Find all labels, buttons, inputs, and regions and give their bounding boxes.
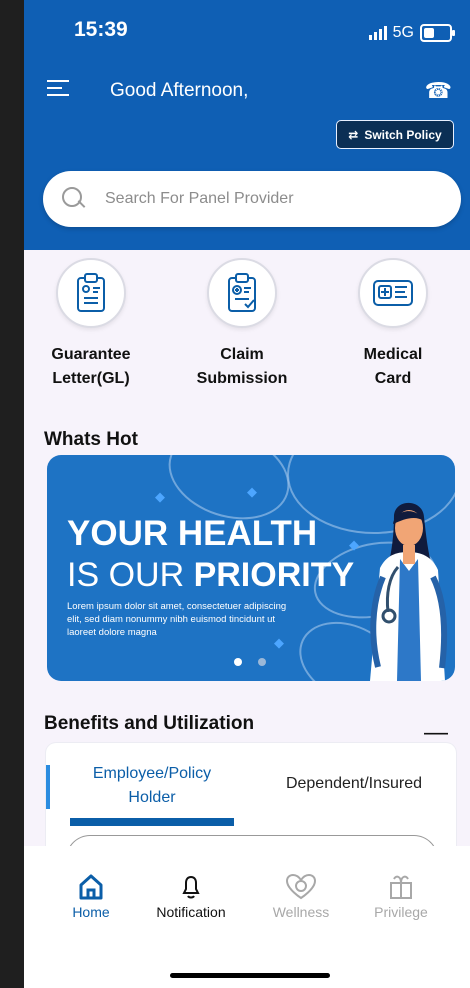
network-label: 5G (392, 24, 414, 41)
search-placeholder: Search For Panel Provider (105, 190, 294, 207)
nav-privilege-label: Privilege (374, 904, 428, 920)
nav-privilege[interactable]: Privilege (356, 870, 446, 920)
nav-home[interactable]: Home (46, 870, 136, 920)
quick-label-1a: Guarantee (51, 346, 131, 363)
nav-home-label: Home (72, 904, 110, 920)
status-bar-icons: 5G (368, 24, 455, 42)
banner-copy: Lorem ipsum dolor sit amet, consectetuer… (67, 601, 287, 638)
whats-hot-title: Whats Hot (44, 429, 138, 450)
tab-dependent-insured[interactable]: Dependent/Insured (272, 775, 436, 793)
switch-policy-button[interactable]: ⇄ Switch Policy (336, 120, 454, 149)
signal-icon (368, 26, 387, 40)
health-banner[interactable]: ◆ ◆ ◆ ◆ YOUR HEALTH IS OUR PRIORITY Lore… (47, 455, 455, 681)
doctor-illustration (370, 502, 448, 681)
home-indicator (170, 973, 330, 978)
claim-submission-icon (207, 258, 277, 328)
banner-headline-1: YOUR HEALTH (67, 514, 318, 553)
claim-submission-button[interactable]: Claim Submission (167, 258, 317, 391)
active-tab-underline (70, 818, 234, 826)
swap-icon: ⇄ (348, 127, 359, 142)
guarantee-letter-icon (56, 258, 126, 328)
bottom-navigation: Home Notification Wellness Privilege (24, 846, 470, 988)
phone-call-icon[interactable]: ☎ (425, 78, 452, 104)
active-tab-marker (46, 765, 50, 809)
banner-headline-2: IS OUR PRIORITY (67, 556, 355, 594)
heart-icon (256, 870, 346, 904)
benefits-title: Benefits and Utilization (44, 713, 255, 734)
search-bar[interactable]: Search For Panel Provider (43, 171, 461, 227)
guarantee-letter-button[interactable]: Guarantee Letter(GL) (24, 258, 166, 391)
search-icon (62, 187, 86, 211)
nav-wellness[interactable]: Wellness (256, 870, 346, 920)
medical-card-button[interactable]: Medical Card (318, 258, 468, 391)
nav-notification[interactable]: Notification (146, 870, 236, 920)
bell-icon (146, 870, 236, 904)
mobile-screen: 15:39 5G Good Afternoon, ☎ ⇄ Switch Poli… (24, 0, 470, 988)
carousel-dot[interactable] (258, 658, 266, 666)
greeting-text: Good Afternoon, (110, 80, 249, 101)
quick-label-2b: Submission (196, 370, 288, 387)
gift-icon (356, 870, 446, 904)
tab-employee-policy-holder[interactable]: Employee/Policy Holder (63, 762, 241, 810)
quick-label-2a: Claim (220, 346, 264, 363)
nav-wellness-label: Wellness (272, 904, 330, 920)
nav-notification-label: Notification (156, 904, 226, 920)
carousel-dot-active[interactable] (234, 658, 242, 666)
medical-card-icon (358, 258, 428, 328)
home-icon (46, 870, 136, 904)
status-time: 15:39 (74, 18, 128, 41)
battery-icon (420, 24, 455, 42)
quick-label-3b: Card (374, 370, 412, 387)
menu-icon[interactable] (47, 80, 69, 98)
quick-actions: Guarantee Letter(GL) Claim Submission Medi… (24, 258, 470, 398)
quick-label-1b: Letter(GL) (52, 370, 130, 387)
switch-policy-label: Switch Policy (364, 127, 442, 142)
app-header: 15:39 5G Good Afternoon, ☎ ⇄ Switch Poli… (24, 0, 470, 250)
quick-label-3a: Medical (363, 346, 423, 363)
